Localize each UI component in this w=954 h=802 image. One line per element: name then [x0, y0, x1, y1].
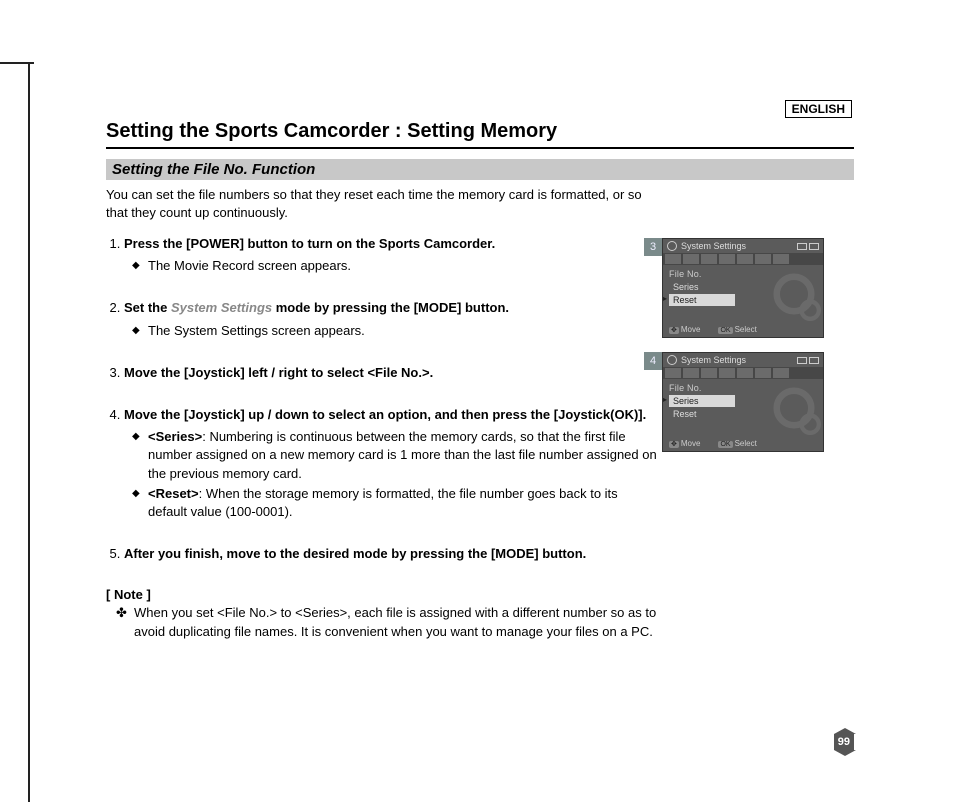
- step-title: Set the System Settings mode by pressing…: [124, 300, 509, 315]
- intro-text: You can set the file numbers so that the…: [106, 186, 646, 221]
- step-title: Move the [Joystick] up / down to select …: [124, 407, 646, 422]
- menu-header: File No.: [669, 383, 817, 393]
- step-option: <Reset>: When the storage memory is form…: [132, 485, 658, 521]
- screenshot-column: 3 System Settings File No. Series Reset …: [662, 238, 848, 466]
- screenshot-3: 3 System Settings File No. Series Reset …: [662, 238, 848, 338]
- step-2: Set the System Settings mode by pressing…: [124, 299, 658, 339]
- option-desc: : Numbering is continuous between the me…: [148, 429, 657, 480]
- footer-select: OKSelect: [718, 439, 756, 448]
- option-desc: : When the storage memory is formatted, …: [148, 486, 618, 519]
- screen-tabs: [663, 367, 823, 379]
- screen-title: System Settings: [681, 241, 746, 251]
- battery-icon: [797, 243, 819, 250]
- step-bullet: The System Settings screen appears.: [132, 322, 658, 340]
- footer-move: ✥Move: [669, 439, 700, 448]
- footer-move: ✥Move: [669, 325, 700, 334]
- note-heading: [ Note ]: [106, 587, 854, 602]
- screen-titlebar: System Settings: [663, 239, 823, 253]
- step-1: Press the [POWER] button to turn on the …: [124, 235, 658, 275]
- step-option: <Series>: Numbering is continuous betwee…: [132, 428, 658, 483]
- screen-menu: File No. Series Reset: [669, 269, 817, 306]
- crop-mark-vertical: [28, 62, 30, 802]
- menu-item-series: Series: [669, 395, 735, 407]
- menu-item-reset: Reset: [669, 294, 735, 306]
- step-bullet: The Movie Record screen appears.: [132, 257, 658, 275]
- screenshot-step-number: 3: [644, 238, 662, 256]
- screen-footer: ✥Move OKSelect: [663, 323, 823, 337]
- camcorder-screen: System Settings File No. Series Reset ✥M…: [662, 238, 824, 338]
- page-number: 99: [834, 734, 854, 750]
- ok-key: OK: [718, 441, 732, 448]
- screen-titlebar: System Settings: [663, 353, 823, 367]
- step-title-pre: Set the: [124, 300, 171, 315]
- step-3: Move the [Joystick] left / right to sele…: [124, 364, 658, 382]
- ok-key: OK: [718, 327, 732, 334]
- screen-footer: ✥Move OKSelect: [663, 437, 823, 451]
- option-name: <Series>: [148, 429, 202, 444]
- gear-icon: [667, 241, 677, 251]
- joystick-icon: ✥: [669, 441, 679, 448]
- screenshot-4: 4 System Settings File No. Series Reset …: [662, 352, 848, 452]
- steps-list: Press the [POWER] button to turn on the …: [106, 235, 658, 563]
- menu-item-series: Series: [669, 281, 735, 293]
- page-title: Setting the Sports Camcorder : Setting M…: [106, 120, 854, 149]
- step-bullets: The Movie Record screen appears.: [132, 257, 658, 275]
- screen-body: File No. Series Reset: [663, 379, 823, 437]
- camcorder-screen: System Settings File No. Series Reset ✥M…: [662, 352, 824, 452]
- screen-menu: File No. Series Reset: [669, 383, 817, 420]
- menu-item-reset: Reset: [669, 408, 735, 420]
- step-options: <Series>: Numbering is continuous betwee…: [132, 428, 658, 521]
- step-title: Move the [Joystick] left / right to sele…: [124, 365, 433, 380]
- step-title-emphasis: System Settings: [171, 300, 272, 315]
- step-5: After you finish, move to the desired mo…: [124, 545, 658, 563]
- battery-icon: [797, 357, 819, 364]
- menu-header: File No.: [669, 269, 817, 279]
- gear-icon: [667, 355, 677, 365]
- joystick-icon: ✥: [669, 327, 679, 334]
- screen-body: File No. Series Reset: [663, 265, 823, 323]
- language-badge: ENGLISH: [785, 100, 852, 118]
- step-bullets: The System Settings screen appears.: [132, 322, 658, 340]
- screen-tabs: [663, 253, 823, 265]
- section-title: Setting the File No. Function: [106, 159, 854, 180]
- screenshot-step-number: 4: [644, 352, 662, 370]
- step-title: Press the [POWER] button to turn on the …: [124, 236, 495, 251]
- step-title-post: mode by pressing the [MODE] button.: [272, 300, 509, 315]
- note-body: When you set <File No.> to <Series>, eac…: [106, 604, 658, 640]
- option-name: <Reset>: [148, 486, 199, 501]
- screen-title: System Settings: [681, 355, 746, 365]
- step-4: Move the [Joystick] up / down to select …: [124, 406, 658, 521]
- footer-select: OKSelect: [718, 325, 756, 334]
- step-title: After you finish, move to the desired mo…: [124, 546, 586, 561]
